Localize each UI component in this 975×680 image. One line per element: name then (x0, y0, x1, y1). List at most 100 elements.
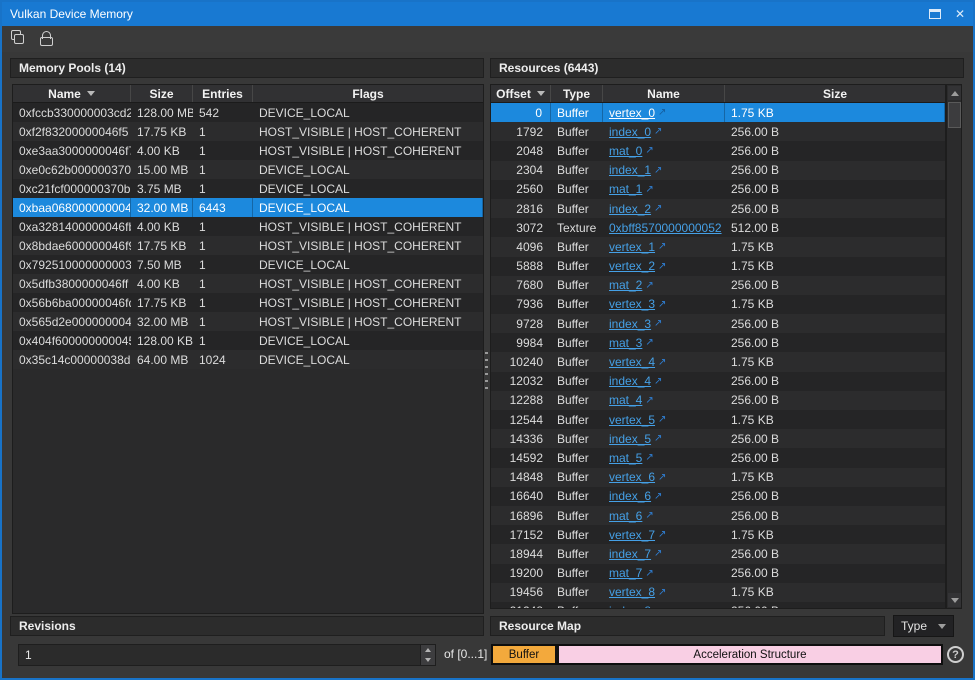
memory-pool-row[interactable]: 0x5dfb3800000046ff 4.00 KB 1 HOST_VISIBL… (13, 274, 483, 293)
resource-link[interactable]: vertex_3 (609, 297, 655, 311)
resource-link[interactable]: index_5 (609, 432, 651, 446)
resource-link[interactable]: mat_1 (609, 182, 642, 196)
goto-resource-icon[interactable]: ↗ (658, 414, 666, 425)
resource-link[interactable]: vertex_4 (609, 355, 655, 369)
lock-icon[interactable] (38, 30, 56, 48)
resource-link[interactable]: index_0 (609, 125, 651, 139)
goto-resource-icon[interactable]: ↗ (645, 452, 653, 463)
resource-link[interactable]: mat_5 (609, 451, 642, 465)
resource-row[interactable]: 10240 Buffer vertex_4 ↗ 1.75 KB (491, 352, 945, 371)
resource-link[interactable]: mat_0 (609, 144, 642, 158)
resource-row[interactable]: 3072 Texture 0xbff8570000000052 ↗ 512.00… (491, 218, 945, 237)
goto-resource-icon[interactable]: ↗ (654, 491, 662, 502)
memory-pool-row[interactable]: 0xe0c62b0000003707 15.00 MB 1 DEVICE_LOC… (13, 160, 483, 179)
spin-up-icon[interactable] (420, 645, 435, 655)
column-header-offset[interactable]: Offset (491, 85, 551, 102)
column-header-size[interactable]: Size (131, 85, 193, 102)
title-bar[interactable]: Vulkan Device Memory ✕ (2, 2, 973, 26)
resources-scrollbar[interactable] (946, 84, 962, 609)
goto-resource-icon[interactable]: ↗ (658, 241, 666, 252)
resource-row[interactable]: 18944 Buffer index_7 ↗ 256.00 B (491, 544, 945, 563)
resource-row[interactable]: 5888 Buffer vertex_2 ↗ 1.75 KB (491, 257, 945, 276)
goto-resource-icon[interactable]: ↗ (645, 280, 653, 291)
column-header-type[interactable]: Type (551, 85, 603, 102)
scrollbar-thumb[interactable] (948, 102, 961, 128)
goto-resource-icon[interactable]: ↗ (658, 357, 666, 368)
memory-pool-row[interactable]: 0x35c14c00000038d1 64.00 MB 1024 DEVICE_… (13, 350, 483, 369)
goto-resource-icon[interactable]: ↗ (645, 510, 653, 521)
scroll-down-icon[interactable] (948, 593, 961, 607)
resource-link[interactable]: mat_4 (609, 393, 642, 407)
goto-resource-icon[interactable]: ↗ (658, 587, 666, 598)
resource-link[interactable]: vertex_5 (609, 413, 655, 427)
resource-link[interactable]: index_3 (609, 317, 651, 331)
resource-link[interactable]: vertex_8 (609, 585, 655, 599)
resource-row[interactable]: 17152 Buffer vertex_7 ↗ 1.75 KB (491, 525, 945, 544)
memory-pool-row[interactable]: 0xfccb330000003cd2 128.00 MB 542 DEVICE_… (13, 103, 483, 122)
resource-link[interactable]: index_6 (609, 489, 651, 503)
resource-link[interactable]: vertex_6 (609, 470, 655, 484)
resource-row[interactable]: 14592 Buffer mat_5 ↗ 256.00 B (491, 448, 945, 467)
goto-resource-icon[interactable]: ↗ (654, 548, 662, 559)
goto-resource-icon[interactable]: ↗ (654, 126, 662, 137)
resource-link[interactable]: mat_3 (609, 336, 642, 350)
goto-resource-icon[interactable]: ↗ (645, 568, 653, 579)
goto-resource-icon[interactable]: ↗ (658, 299, 666, 310)
resource-link[interactable]: index_4 (609, 374, 651, 388)
resource-row[interactable]: 12032 Buffer index_4 ↗ 256.00 B (491, 372, 945, 391)
column-header-entries[interactable]: Entries (193, 85, 253, 102)
memory-pool-row[interactable]: 0xa3281400000046fb 4.00 KB 1 HOST_VISIBL… (13, 217, 483, 236)
resource-row[interactable]: 9728 Buffer index_3 ↗ 256.00 B (491, 314, 945, 333)
resource-row[interactable]: 2048 Buffer mat_0 ↗ 256.00 B (491, 141, 945, 160)
memory-pool-row[interactable]: 0x8bdae600000046f9 17.75 KB 1 HOST_VISIB… (13, 236, 483, 255)
memory-pool-row[interactable]: 0xe3aa3000000046f7 4.00 KB 1 HOST_VISIBL… (13, 141, 483, 160)
column-header-size[interactable]: Size (725, 85, 945, 102)
resource-link[interactable]: index_1 (609, 163, 651, 177)
goto-resource-icon[interactable]: ↗ (645, 184, 653, 195)
resource-link[interactable]: mat_7 (609, 566, 642, 580)
goto-resource-icon[interactable]: ↗ (658, 472, 666, 483)
goto-resource-icon[interactable]: ↗ (645, 145, 653, 156)
revision-input[interactable] (19, 648, 420, 662)
memory-pool-row[interactable]: 0x565d2e000000004b 32.00 MB 1 HOST_VISIB… (13, 312, 483, 331)
column-header-flags[interactable]: Flags (253, 85, 483, 102)
resource-row[interactable]: 4096 Buffer vertex_1 ↗ 1.75 KB (491, 237, 945, 256)
goto-resource-icon[interactable]: ↗ (654, 165, 662, 176)
resource-row[interactable]: 19456 Buffer vertex_8 ↗ 1.75 KB (491, 583, 945, 602)
goto-resource-icon[interactable]: ↗ (645, 395, 653, 406)
resource-link[interactable]: index_8 (609, 604, 651, 609)
resource-link[interactable]: index_2 (609, 202, 651, 216)
resource-link[interactable]: index_7 (609, 547, 651, 561)
goto-resource-icon[interactable]: ↗ (654, 433, 662, 444)
memory-pool-row[interactable]: 0xf2f83200000046f5 17.75 KB 1 HOST_VISIB… (13, 122, 483, 141)
resource-row[interactable]: 2560 Buffer mat_1 ↗ 256.00 B (491, 180, 945, 199)
goto-resource-icon[interactable]: ↗ (654, 318, 662, 329)
memory-pool-row[interactable]: 0x404f600000000045 128.00 KB 1 DEVICE_LO… (13, 331, 483, 350)
resource-row[interactable]: 16640 Buffer index_6 ↗ 256.00 B (491, 487, 945, 506)
resource-link[interactable]: vertex_2 (609, 259, 655, 273)
map-segment[interactable]: Acceleration Structure (559, 646, 941, 663)
resource-row[interactable]: 2304 Buffer index_1 ↗ 256.00 B (491, 161, 945, 180)
resource-link[interactable]: 0xbff8570000000052 (609, 221, 722, 235)
goto-resource-icon[interactable]: ↗ (645, 337, 653, 348)
goto-resource-icon[interactable]: ↗ (658, 107, 666, 118)
memory-pool-row[interactable]: 0xc21fcf000000370b 3.75 MB 1 DEVICE_LOCA… (13, 179, 483, 198)
resource-row[interactable]: 21248 Buffer index_8 ↗ 256.00 B (491, 602, 945, 609)
resource-row[interactable]: 9984 Buffer mat_3 ↗ 256.00 B (491, 333, 945, 352)
memory-pool-row[interactable]: 0x7925100000000035 7.50 MB 1 DEVICE_LOCA… (13, 255, 483, 274)
goto-resource-icon[interactable]: ↗ (654, 606, 662, 609)
goto-resource-icon[interactable]: ↗ (654, 203, 662, 214)
close-icon[interactable]: ✕ (955, 8, 965, 20)
memory-pool-row[interactable]: 0xbaa068000000004d 32.00 MB 6443 DEVICE_… (13, 198, 483, 217)
resource-row[interactable]: 12544 Buffer vertex_5 ↗ 1.75 KB (491, 410, 945, 429)
map-filter-dropdown[interactable]: Type (893, 615, 954, 637)
resource-row[interactable]: 7680 Buffer mat_2 ↗ 256.00 B (491, 276, 945, 295)
spin-down-icon[interactable] (420, 655, 435, 665)
resource-row[interactable]: 1792 Buffer index_0 ↗ 256.00 B (491, 122, 945, 141)
resource-row[interactable]: 12288 Buffer mat_4 ↗ 256.00 B (491, 391, 945, 410)
column-header-name[interactable]: Name (603, 85, 725, 102)
memory-pool-row[interactable]: 0x56b6ba00000046fd 17.75 KB 1 HOST_VISIB… (13, 293, 483, 312)
column-header-name[interactable]: Name (13, 85, 131, 102)
resource-row[interactable]: 2816 Buffer index_2 ↗ 256.00 B (491, 199, 945, 218)
resource-link[interactable]: vertex_1 (609, 240, 655, 254)
